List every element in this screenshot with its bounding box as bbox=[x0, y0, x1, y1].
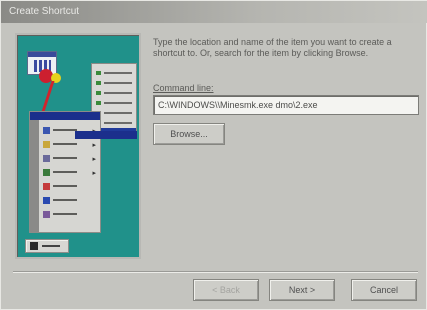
windows-flag-icon bbox=[30, 242, 38, 250]
window-title: Create Shortcut bbox=[9, 6, 80, 17]
command-line-label: Command line: bbox=[153, 83, 214, 93]
instruction-text: Type the location and name of the item y… bbox=[153, 37, 392, 58]
start-button-graphic bbox=[25, 239, 69, 253]
cancel-button[interactable]: Cancel bbox=[351, 279, 417, 301]
start-menu-graphic: ▸ ▸ ▸ ▸ bbox=[29, 111, 101, 233]
next-button[interactable]: Next > bbox=[269, 279, 335, 301]
divider bbox=[13, 271, 418, 273]
command-line-input[interactable]: C:\WINDOWS\\Minesmk.exe dmo\2.exe bbox=[153, 95, 419, 115]
title-bar: Create Shortcut bbox=[1, 1, 427, 23]
back-button[interactable]: < Back bbox=[193, 279, 259, 301]
menu-highlight bbox=[75, 131, 137, 139]
wizard-illustration: ▸ ▸ ▸ ▸ bbox=[15, 33, 141, 259]
create-shortcut-dialog: Create Shortcut ▸ ▸ ▸ ▸ bbox=[0, 0, 427, 310]
browse-button[interactable]: Browse... bbox=[153, 123, 225, 145]
